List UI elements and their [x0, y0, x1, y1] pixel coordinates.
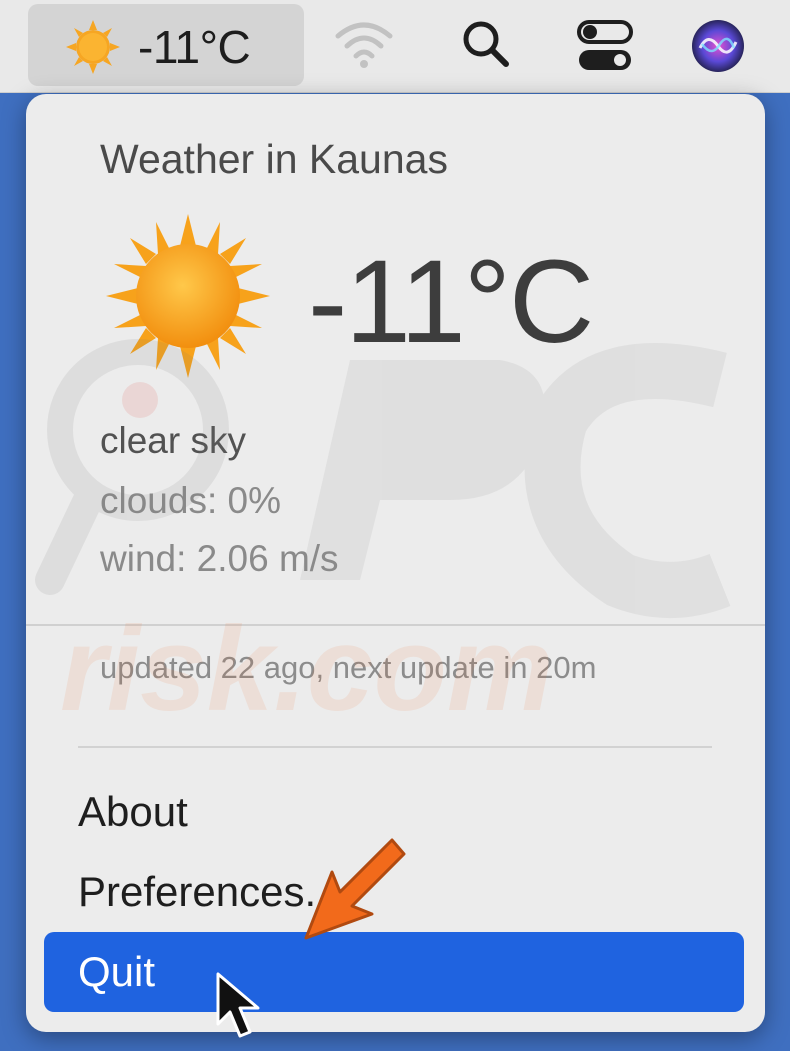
update-status: updated 22 ago, next update in 20m: [100, 650, 597, 685]
wind-value: wind: 2.06 m/s: [100, 538, 339, 579]
menubar-temperature: -11°C: [138, 21, 251, 73]
search-icon[interactable]: [460, 18, 512, 70]
current-temperature: -11°C: [308, 236, 594, 368]
siri-icon[interactable]: [690, 18, 746, 74]
arrow-annotation-icon: [304, 838, 406, 940]
weather-description: clear sky: [100, 420, 246, 461]
sun-icon: [66, 20, 120, 74]
menu-title: Weather in Kaunas: [100, 136, 448, 182]
menubar-weather-item[interactable]: -11°C: [28, 4, 304, 86]
control-center-icon[interactable]: [576, 18, 634, 74]
menu-item-quit-label: Quit: [78, 948, 156, 995]
wifi-icon[interactable]: [332, 18, 396, 70]
sun-icon: [106, 214, 270, 378]
separator: [78, 746, 712, 748]
menu-bar: -11°C: [0, 0, 790, 93]
menu-item-about[interactable]: About: [78, 788, 188, 836]
mouse-cursor-icon: [216, 972, 260, 1038]
clouds-value: clouds: 0%: [100, 480, 281, 521]
separator: [26, 624, 765, 626]
